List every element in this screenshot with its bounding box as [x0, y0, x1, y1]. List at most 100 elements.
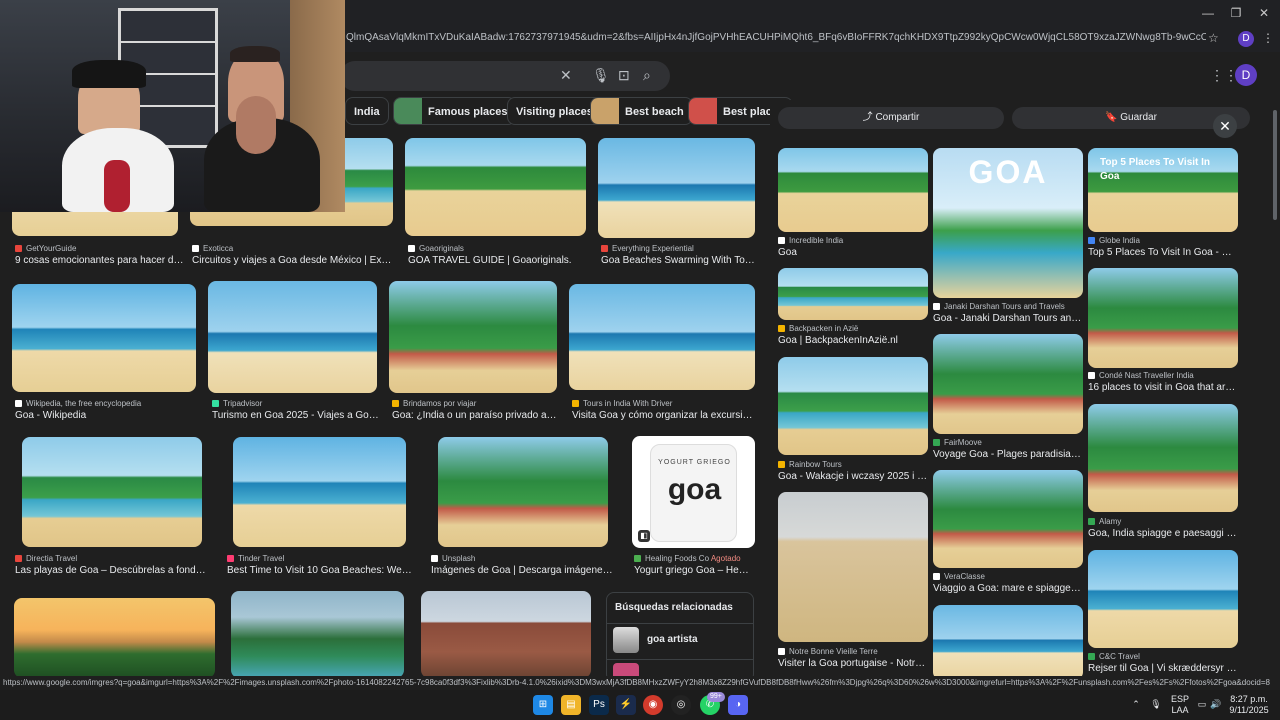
microphone-tray-icon[interactable]: 🎙 — [1150, 699, 1162, 710]
bookmark-star-icon[interactable]: ☆ — [1208, 31, 1219, 45]
chip-famous-places[interactable]: Famous places — [393, 97, 517, 125]
image-result[interactable]: GOA — [933, 148, 1083, 298]
close-icon[interactable]: ✕ — [1213, 114, 1237, 138]
image-result[interactable]: Top 5 Places To Visit In Goa — [1088, 148, 1238, 232]
result-source[interactable]: Backpacken in Azië — [778, 324, 928, 333]
image-result[interactable] — [405, 138, 586, 236]
browser-profile-avatar[interactable]: D — [1238, 31, 1254, 47]
image-result[interactable]: YOGURT GRIEGO goa ◧ — [632, 436, 755, 548]
result-source[interactable]: Tinder Travel — [227, 554, 412, 563]
result-source[interactable]: Tours in India With Driver — [572, 399, 756, 408]
image-result[interactable] — [569, 284, 755, 390]
result-title[interactable]: Circuitos y viajes a Goa desde México | … — [192, 255, 392, 266]
result-title[interactable]: Visiter la Goa portugaise - Notre B... — [778, 658, 928, 669]
share-button[interactable]: ⤴ Compartir — [778, 107, 1004, 129]
image-result[interactable] — [1088, 550, 1238, 648]
close-window-icon[interactable]: ✕ — [1250, 4, 1278, 22]
result-title[interactable]: Yogurt griego Goa – Healin... — [634, 565, 754, 576]
microphone-icon[interactable]: 🎙 — [592, 67, 610, 84]
result-source[interactable]: Brindamos por viajar — [392, 399, 562, 408]
result-title[interactable]: Goa — [778, 247, 928, 258]
result-title[interactable]: Best Time to Visit 10 Goa Beaches: Weath… — [227, 565, 412, 576]
result-source[interactable]: Wikipedia, the free encyclopedia — [15, 399, 200, 408]
result-title[interactable]: Goa - Wakacje i wczasy 2025 i 202... — [778, 471, 928, 482]
result-source[interactable]: Incredible India — [778, 236, 928, 245]
chip-visiting-places[interactable]: Visiting places — [507, 97, 602, 125]
image-result[interactable] — [231, 591, 404, 678]
result-source[interactable]: Unsplash — [431, 554, 616, 563]
clear-search-icon[interactable]: ✕ — [560, 67, 572, 84]
photoshop-icon[interactable]: Ps — [589, 695, 609, 715]
result-title[interactable]: Visita Goa y cómo organizar la excursión… — [572, 410, 756, 421]
language-indicator[interactable]: ESP LAA — [1168, 694, 1192, 716]
image-result[interactable] — [22, 437, 202, 547]
google-account-avatar[interactable]: D — [1235, 64, 1257, 86]
image-result[interactable] — [421, 591, 591, 678]
monitor-icon[interactable]: ▭ — [1196, 699, 1208, 710]
volume-icon[interactable]: 🔊 — [1210, 699, 1222, 710]
result-source[interactable]: Notre Bonne Vieille Terre — [778, 647, 928, 656]
result-source[interactable]: GetYourGuide — [15, 244, 185, 253]
result-source[interactable]: Tripadvisor — [212, 399, 380, 408]
chip-india[interactable]: India — [345, 97, 389, 125]
result-title[interactable]: Las playas de Goa – Descúbrelas a fondo … — [15, 565, 210, 576]
result-title[interactable]: Goa, India spiagge e paesaggi cos... — [1088, 528, 1238, 539]
file-explorer-icon[interactable]: ▤ — [561, 695, 581, 715]
address-bar[interactable]: QlmQAsaVlqMkmITxVDuKaIABadw:176273797194… — [340, 26, 1280, 52]
image-result[interactable] — [778, 148, 928, 232]
image-result[interactable] — [778, 357, 928, 455]
image-result[interactable] — [389, 281, 557, 393]
image-result[interactable] — [778, 492, 928, 642]
windows-start-icon[interactable]: ⊞ — [533, 695, 553, 715]
result-title[interactable]: 16 places to visit in Goa that are n... — [1088, 382, 1238, 393]
chrome-icon[interactable]: ◉ — [643, 695, 663, 715]
result-title[interactable]: Turismo en Goa 2025 - Viajes a Goa, I... — [212, 410, 380, 421]
result-source[interactable]: Healing Foods Co Agotado — [634, 554, 759, 563]
result-title[interactable]: GOA TRAVEL GUIDE | Goaoriginals. — [408, 255, 588, 266]
chip-best-beach[interactable]: Best beach — [590, 97, 693, 125]
image-result[interactable] — [933, 605, 1083, 680]
discord-icon[interactable]: ◑ — [728, 695, 748, 715]
minimize-icon[interactable]: — — [1194, 4, 1222, 22]
result-title[interactable]: Imágenes de Goa | Descarga imágenes grat… — [431, 565, 616, 576]
obs-icon[interactable]: ◎ — [671, 695, 691, 715]
image-result[interactable] — [598, 138, 755, 238]
image-result[interactable] — [778, 268, 928, 320]
result-source[interactable]: Globe India — [1088, 236, 1238, 245]
result-source[interactable]: Everything Experiential — [601, 244, 756, 253]
result-title[interactable]: Goa Beaches Swarming With Touri... — [601, 255, 756, 266]
image-result[interactable] — [12, 284, 196, 392]
result-source[interactable]: Rainbow Tours — [778, 460, 928, 469]
image-result[interactable] — [1088, 404, 1238, 512]
result-title[interactable]: Voyage Goa - Plages paradisiaque... — [933, 449, 1083, 460]
related-item[interactable]: goa artista — [611, 627, 751, 655]
result-source[interactable]: Goaoriginals — [408, 244, 588, 253]
result-source[interactable]: C&C Travel — [1088, 652, 1238, 661]
url-text[interactable]: QlmQAsaVlqMkmITxVDuKaIABadw:176273797194… — [346, 32, 1206, 43]
result-title[interactable]: Viaggio a Goa: mare e spiagge nel... — [933, 583, 1083, 594]
result-title[interactable]: Goa: ¿India o un paraíso privado angl... — [392, 410, 562, 421]
result-title[interactable]: Top 5 Places To Visit In Goa - Glob... — [1088, 247, 1238, 258]
search-icon[interactable]: ⌕ — [643, 67, 651, 84]
result-source[interactable]: Directia Travel — [15, 554, 210, 563]
app-icon[interactable]: ⚡ — [616, 695, 636, 715]
result-source[interactable]: Exoticca — [192, 244, 392, 253]
image-result[interactable] — [933, 470, 1083, 568]
result-source[interactable]: Janaki Darshan Tours and Travels — [933, 302, 1083, 311]
image-result[interactable] — [208, 281, 377, 393]
result-title[interactable]: 9 cosas emocionantes para hacer de ... — [15, 255, 185, 266]
result-source[interactable]: Condé Nast Traveller India — [1088, 371, 1238, 380]
browser-menu-icon[interactable]: ⋮ — [1262, 31, 1274, 45]
clock[interactable]: 8:27 p.m. 9/11/2025 — [1226, 694, 1272, 716]
maximize-icon[interactable]: ❐ — [1222, 4, 1250, 22]
result-source[interactable]: VeraClasse — [933, 572, 1083, 581]
image-result[interactable] — [933, 334, 1083, 434]
tray-overflow-icon[interactable]: ⌃ — [1130, 699, 1142, 710]
image-result[interactable] — [14, 598, 215, 678]
result-title[interactable]: Rejser til Goa | Vi skræddersyr din ... — [1088, 663, 1238, 674]
result-source[interactable]: FairMoove — [933, 438, 1083, 447]
result-title[interactable]: Goa - Janaki Darshan Tours and Tr... — [933, 313, 1083, 324]
image-result[interactable] — [1088, 268, 1238, 368]
search-input[interactable]: ✕ 🎙 ⊡ ⌕ — [340, 61, 670, 91]
image-result[interactable] — [438, 437, 608, 547]
